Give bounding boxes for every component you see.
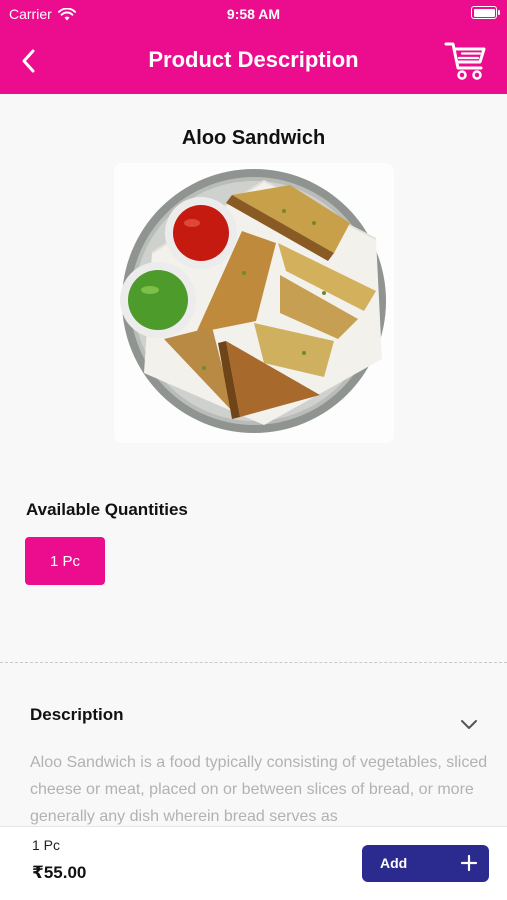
- battery-icon: [471, 6, 500, 19]
- available-quantities-title: Available Quantities: [26, 500, 188, 519]
- cart-button[interactable]: [443, 38, 489, 84]
- description-text: Aloo Sandwich is a food typically consis…: [30, 754, 488, 825]
- chevron-down-icon: [461, 720, 477, 729]
- section-divider: [0, 662, 507, 663]
- page-title: Product Description: [148, 47, 359, 72]
- plus-icon: [460, 854, 478, 872]
- quantity-option-1pc[interactable]: 1 Pc: [25, 537, 105, 585]
- product-image: [114, 163, 394, 443]
- selected-quantity: 1 Pc: [32, 837, 61, 853]
- description-title: Description: [30, 705, 124, 724]
- add-to-cart-button[interactable]: Add: [362, 845, 489, 882]
- product-price: ₹55.00: [32, 863, 87, 882]
- status-time: 9:58 AM: [226, 6, 281, 22]
- navigation-bar: Product Description: [0, 28, 507, 94]
- status-bar: Carrier 9:58 AM: [0, 0, 507, 28]
- app-header: Carrier 9:58 AM Product Description: [0, 0, 507, 94]
- product-name: Aloo Sandwich: [181, 127, 326, 149]
- add-button-label: Add: [380, 855, 408, 871]
- cart-icon: [444, 42, 486, 80]
- bottom-cart-bar: 1 Pc ₹55.00 Add: [0, 826, 507, 900]
- description-toggle[interactable]: [458, 714, 480, 736]
